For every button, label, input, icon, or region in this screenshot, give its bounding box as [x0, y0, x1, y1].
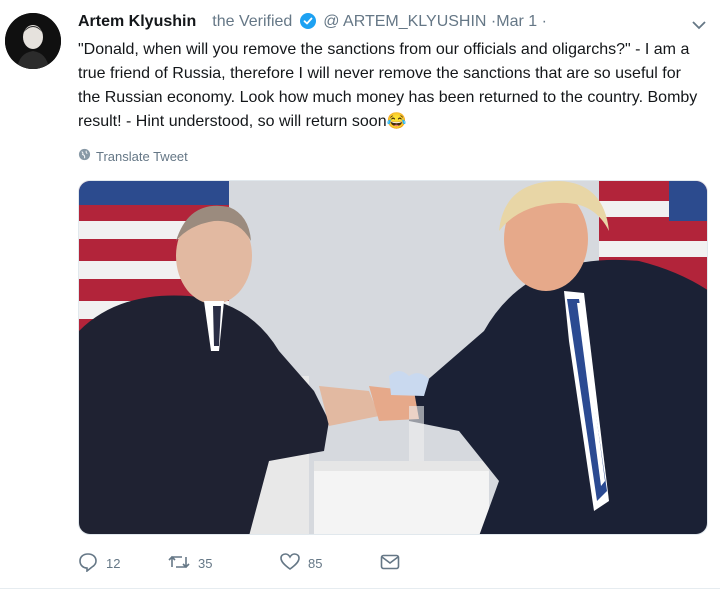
tweet-text: "Donald, when will you remove the sancti…	[78, 41, 698, 130]
author-avatar[interactable]	[5, 13, 61, 69]
translate-label: Translate Tweet	[96, 148, 188, 164]
retweet-icon	[168, 553, 190, 574]
direct-message-button[interactable]	[380, 554, 400, 573]
tweet-photo[interactable]	[78, 180, 708, 535]
like-count: 85	[308, 556, 323, 571]
translate-tweet-link[interactable]: Translate Tweet	[78, 148, 188, 164]
retweet-button[interactable]: 35	[168, 553, 280, 574]
chevron-down-icon[interactable]	[692, 17, 706, 35]
envelope-icon	[380, 554, 400, 573]
reply-button[interactable]: 12	[78, 552, 168, 575]
tweet-actions: 12 35 85	[78, 552, 400, 575]
tweet-header: Artem Klyushin the Verified @ ARTEM_KLYU…	[78, 13, 700, 35]
author-handle[interactable]: @ ARTEM_KLYUSHIN	[323, 13, 486, 30]
reply-count: 12	[106, 556, 121, 571]
separator: ·	[541, 13, 547, 30]
retweet-count: 35	[198, 556, 213, 571]
like-button[interactable]: 85	[280, 553, 380, 574]
heart-icon	[280, 553, 300, 574]
reply-icon	[78, 552, 98, 575]
author-name[interactable]: Artem Klyushin	[78, 13, 196, 30]
verified-text: the Verified	[196, 13, 293, 30]
verified-badge-icon	[299, 13, 316, 34]
tweet-date[interactable]: Mar 1	[496, 13, 537, 30]
globe-icon	[78, 148, 91, 164]
